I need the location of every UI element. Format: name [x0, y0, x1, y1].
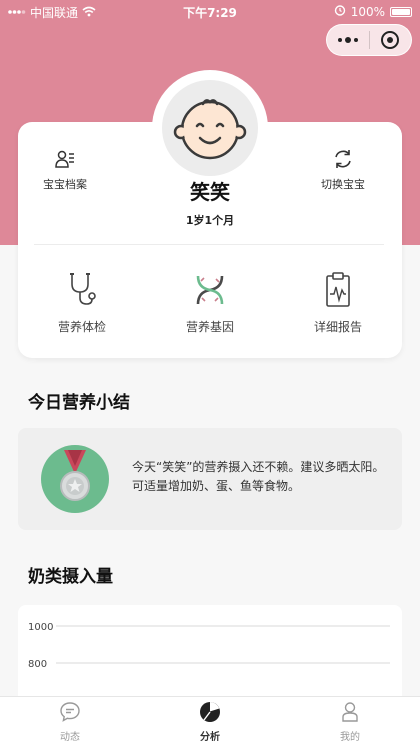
close-miniprogram-button[interactable] [370, 25, 412, 55]
avatar[interactable] [162, 80, 258, 176]
chat-icon [60, 702, 80, 722]
person-icon [342, 702, 358, 722]
battery-percent: 100% [350, 4, 385, 19]
summary-text: 今天“笑笑”的营养摄入还不赖。建议多晒太阳。可适量增加奶、蛋、鱼等食物。 [132, 460, 385, 493]
baby-age: 1岁1个月 [185, 214, 235, 227]
summary-title: 今日营养小结 [28, 393, 130, 413]
target-icon [381, 31, 400, 49]
y-tick-label: 1000 [28, 622, 53, 633]
feature-label: 详细报告 [313, 320, 362, 334]
tab-label: 动态 [60, 732, 80, 743]
miniprogram-capsule [326, 24, 412, 56]
stethoscope-icon [62, 270, 102, 310]
tab-analysis[interactable]: 分析 [140, 697, 280, 746]
tab-label: 我的 [340, 732, 360, 743]
feature-nutrition-check[interactable]: 营养体检 [22, 270, 142, 335]
report-icon [318, 270, 358, 310]
profile-list-icon [54, 148, 76, 170]
dna-icon [190, 270, 230, 310]
profile-divider [34, 244, 384, 245]
medal-icon [40, 444, 110, 514]
tab-label: 分析 [200, 732, 220, 743]
tab-mine[interactable]: 我的 [280, 697, 420, 746]
status-right: 100% [334, 4, 412, 19]
tab-bar: 动态 分析 我的 [0, 696, 420, 746]
status-bar: 中国联通 下午7:29 100% [0, 0, 420, 24]
tab-dynamics[interactable]: 动态 [0, 697, 140, 746]
battery-fill [392, 8, 410, 15]
pie-chart-icon [200, 702, 220, 722]
alarm-icon [334, 4, 346, 19]
summary-card: 今天“笑笑”的营养摄入还不赖。建议多晒太阳。可适量增加奶、蛋、鱼等食物。 [18, 428, 402, 530]
more-dots-icon [337, 37, 358, 43]
y-tick-label: 800 [28, 659, 47, 670]
feature-detailed-report[interactable]: 详细报告 [278, 270, 398, 335]
feature-label: 营养基因 [185, 320, 234, 334]
baby-name: 笑笑 [190, 180, 230, 204]
refresh-icon [332, 148, 354, 170]
battery-icon [390, 6, 412, 17]
milk-title: 奶类摄入量 [28, 567, 113, 587]
feature-nutrition-gene[interactable]: 营养基因 [150, 270, 270, 335]
more-button[interactable] [327, 25, 369, 55]
feature-label: 营养体检 [57, 320, 106, 334]
baby-face-icon [173, 99, 247, 160]
